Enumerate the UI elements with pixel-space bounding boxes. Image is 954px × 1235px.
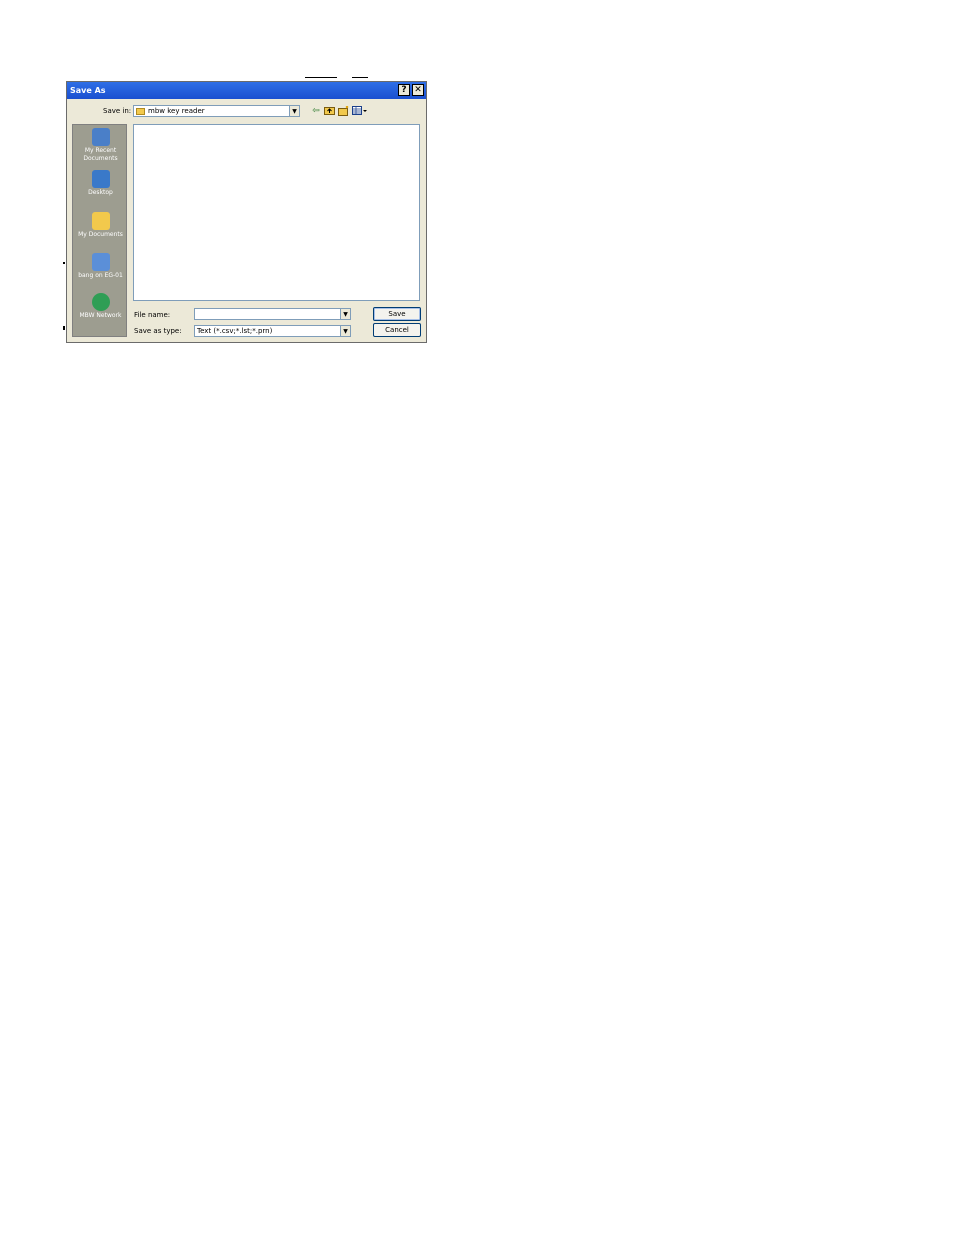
place-desktop[interactable]: Desktop [73,170,128,197]
dialog-title: Save As [70,86,106,95]
save-as-type-dropdown[interactable]: Text (*.csv;*.lst;*.prn) ▼ [194,325,351,337]
computer-icon [91,253,110,271]
my-documents-icon [91,212,110,230]
background-line [352,77,368,78]
save-in-value: mbw key reader [148,107,205,115]
chevron-down-icon[interactable]: ▼ [289,106,299,116]
save-in-label: Save in: [103,107,132,115]
title-bar[interactable]: Save As ? ✕ [67,82,426,99]
background-mark [63,326,65,330]
file-name-field[interactable]: ▼ [194,308,351,320]
file-list[interactable] [133,124,420,301]
save-as-dialog: Save As ? ✕ Save in: mbw key reader ▼ ⇦ … [66,81,427,343]
save-button[interactable]: Save [373,307,421,321]
cancel-button[interactable]: Cancel [373,323,421,337]
desktop-icon [91,170,110,188]
file-name-label: File name: [134,311,171,319]
place-computer[interactable]: bang on EG-01 [73,253,128,280]
network-icon [91,293,110,311]
new-folder-icon[interactable] [337,105,349,117]
places-bar: My Recent Documents Desktop My Documents… [72,124,127,337]
chevron-down-icon[interactable]: ▼ [340,326,350,336]
save-in-dropdown[interactable]: mbw key reader ▼ [133,105,300,117]
background-mark [63,262,65,264]
place-network[interactable]: MBW Network [73,293,128,320]
recent-documents-icon [91,128,110,146]
help-button[interactable]: ? [398,84,410,96]
save-as-type-value: Text (*.csv;*.lst;*.prn) [197,327,273,335]
save-as-type-label: Save as type: [134,327,182,335]
background-line [305,77,337,78]
up-folder-icon[interactable] [323,106,335,117]
back-icon[interactable]: ⇦ [310,106,322,117]
folder-icon [136,107,145,115]
views-menu-icon[interactable] [352,106,368,117]
place-recent-documents[interactable]: My Recent Documents [73,128,128,163]
place-my-documents[interactable]: My Documents [73,212,128,239]
chevron-down-icon[interactable]: ▼ [340,309,350,319]
close-button[interactable]: ✕ [412,84,424,96]
